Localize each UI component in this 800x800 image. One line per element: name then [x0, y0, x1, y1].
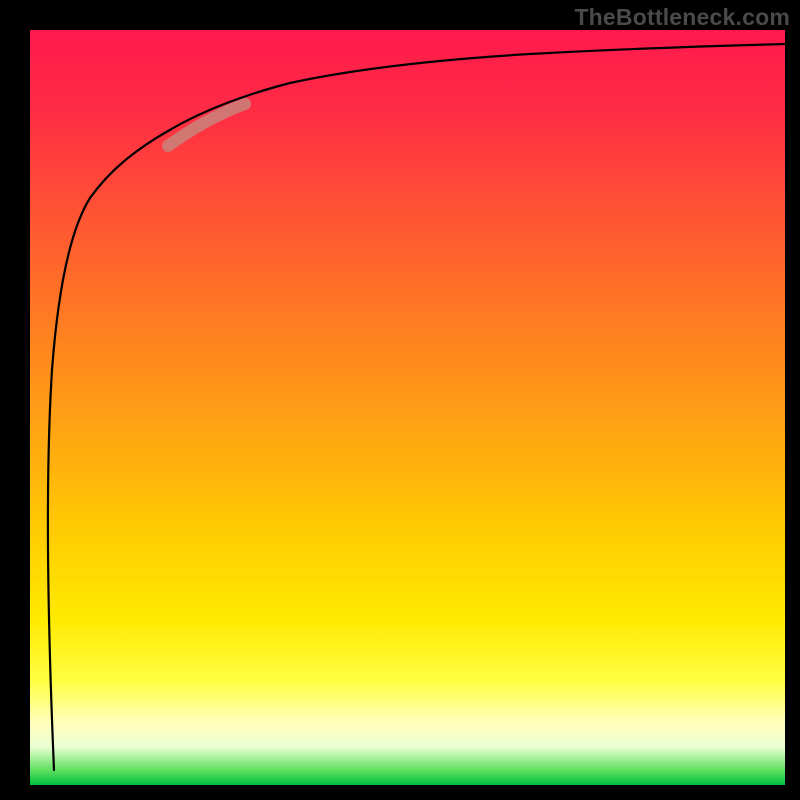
curve-main — [48, 44, 785, 770]
plot-area — [30, 30, 785, 785]
curve-layer — [30, 30, 785, 785]
watermark-text: TheBottleneck.com — [574, 4, 790, 31]
chart-frame: TheBottleneck.com — [0, 0, 800, 800]
